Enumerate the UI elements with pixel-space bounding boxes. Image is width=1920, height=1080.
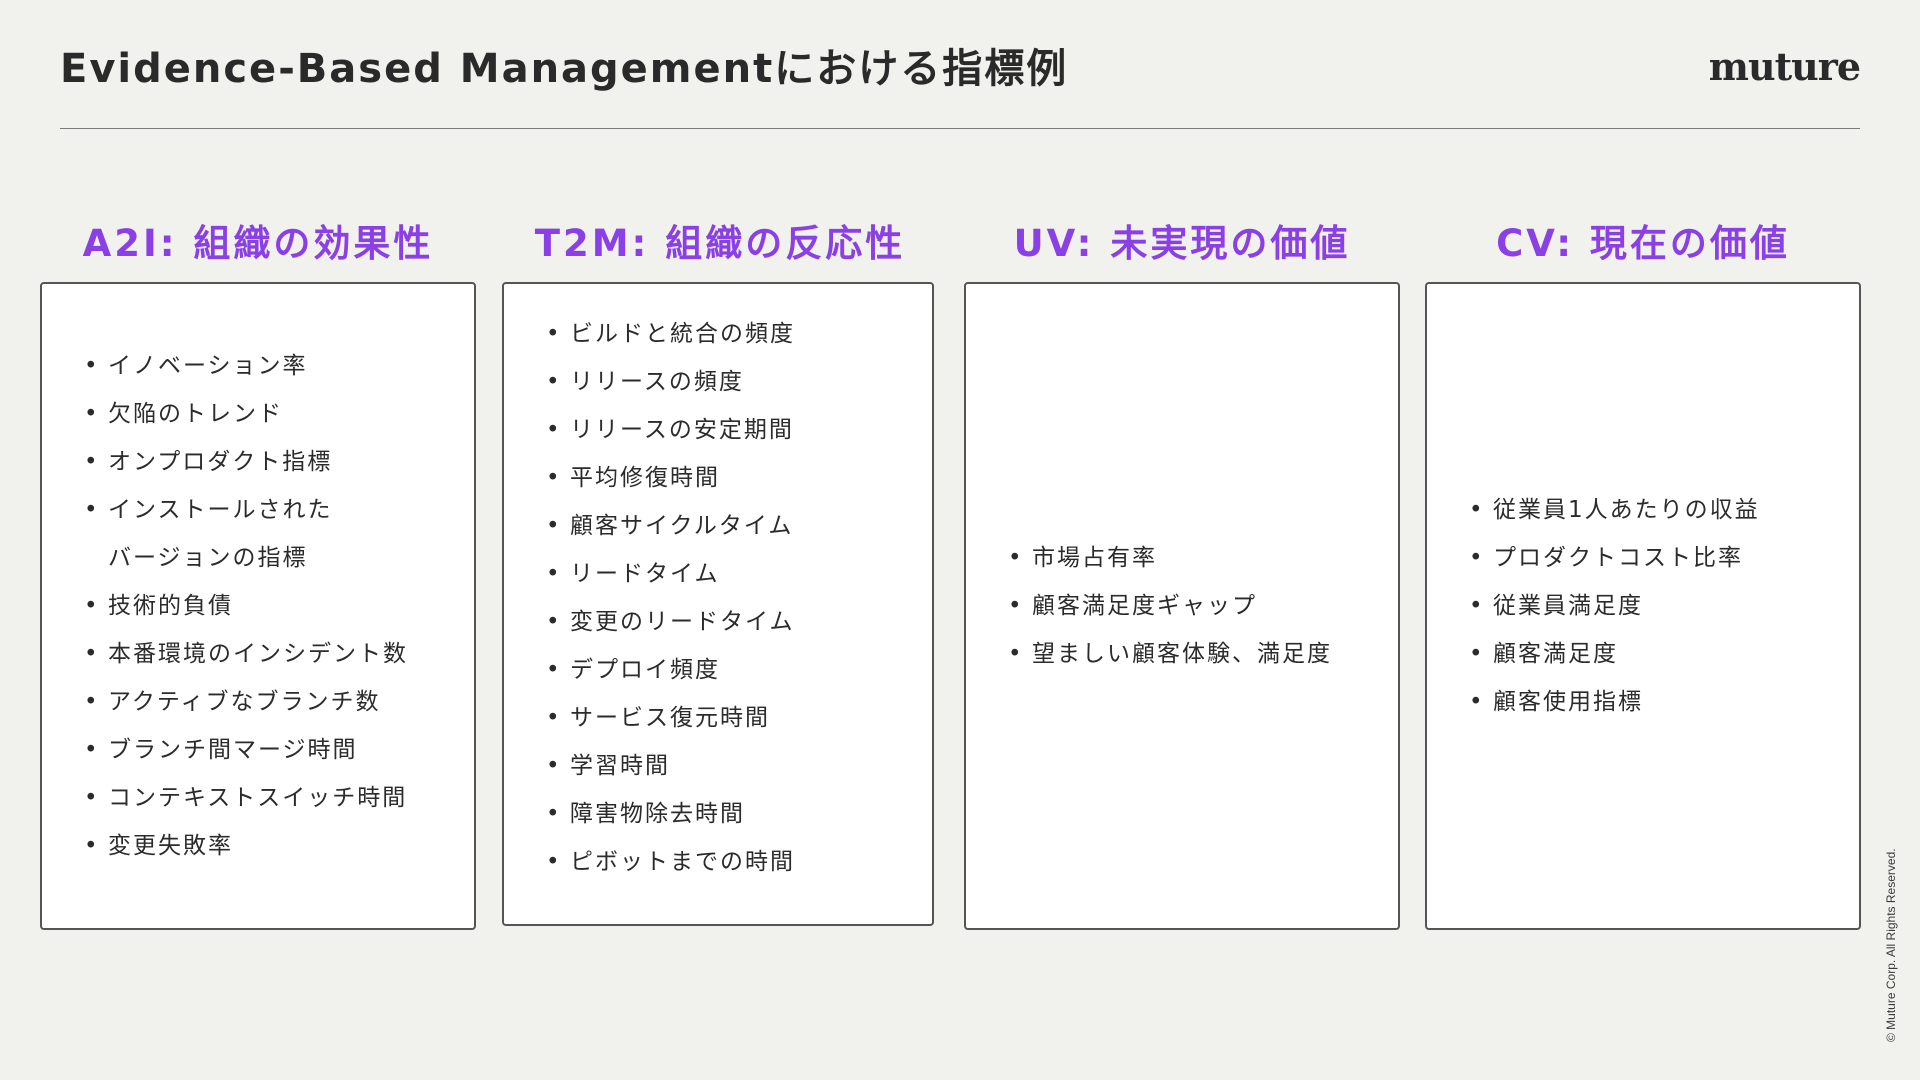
column-heading: UV: 未実現の価値: [1013, 222, 1351, 265]
list-item: • 顧客満足度: [1467, 630, 1859, 678]
list-item: • 学習時間: [544, 742, 932, 790]
bullet-icon: •: [1008, 545, 1024, 571]
column-uv: UV: 未実現の価値 • 市場占有率 • 顧客満足度ギャップ • 望ましい顧客体験、満…: [964, 218, 1400, 930]
bullet-icon: •: [1469, 689, 1485, 715]
metric-list: • 従業員1人あたりの収益 • プロダクトコスト比率 • 従業員満足度 • 顧客満足度 …: [1427, 486, 1859, 726]
bullet-icon: •: [84, 689, 100, 715]
list-item: • 障害物除去時間: [544, 790, 932, 838]
bullet-icon: •: [546, 369, 562, 395]
list-item: • リードタイム: [544, 550, 932, 598]
bullet-icon: •: [546, 465, 562, 491]
bullet-icon: •: [84, 593, 100, 619]
bullet-icon: •: [1469, 641, 1485, 667]
metric-card: • 市場占有率 • 顧客満足度ギャップ • 望ましい顧客体験、満足度: [964, 282, 1400, 930]
list-item: • コンテキストスイッチ時間: [82, 774, 474, 822]
bullet-icon: •: [546, 561, 562, 587]
list-item: • ピボットまでの時間: [544, 838, 932, 886]
bullet-icon: •: [546, 849, 562, 875]
column-cv: CV: 現在の価値 • 従業員1人あたりの収益 • プロダクトコスト比率 • 従業員満…: [1425, 218, 1861, 930]
bullet-icon: •: [546, 609, 562, 635]
bullet-icon: •: [546, 705, 562, 731]
brand-logo: muture: [1708, 44, 1861, 89]
bullet-icon: •: [1469, 545, 1485, 571]
bullet-icon: •: [546, 321, 562, 347]
list-item: • ブランチ間マージ時間: [82, 726, 474, 774]
bullet-icon: •: [84, 449, 100, 475]
list-item: • インストールされた: [82, 486, 474, 534]
metric-list: • ビルドと統合の頻度 • リリースの頻度 • リリースの安定期間 • 平均修復時間 •…: [504, 310, 932, 886]
bullet-icon: •: [84, 401, 100, 427]
column-t2m: T2M: 組織の反応性 • ビルドと統合の頻度 • リリースの頻度 • リリースの安定…: [502, 218, 938, 926]
list-item: • オンプロダクト指標: [82, 438, 474, 486]
bullet-icon: •: [546, 417, 562, 443]
bullet-icon: •: [1469, 497, 1485, 523]
bullet-icon: •: [84, 833, 100, 859]
list-item: • リリースの頻度: [544, 358, 932, 406]
bullet-icon: •: [1008, 593, 1024, 619]
metric-list: • 市場占有率 • 顧客満足度ギャップ • 望ましい顧客体験、満足度: [966, 534, 1398, 678]
list-item: • 望ましい顧客体験、満足度: [1006, 630, 1398, 678]
column-heading: T2M: 組織の反応性: [534, 222, 906, 265]
list-item: • 顧客満足度ギャップ: [1006, 582, 1398, 630]
list-item: • 顧客使用指標: [1467, 678, 1859, 726]
column-a2i: A2I: 組織の効果性 • イノベーション率 • 欠陥のトレンド • オンプロダクト指…: [40, 218, 476, 930]
list-item: • サービス復元時間: [544, 694, 932, 742]
column-heading: A2I: 組織の効果性: [82, 222, 434, 265]
list-item: • 変更失敗率: [82, 822, 474, 870]
list-item: • 市場占有率: [1006, 534, 1398, 582]
bullet-icon: •: [84, 353, 100, 379]
list-item: • 顧客サイクルタイム: [544, 502, 932, 550]
list-item: • 従業員1人あたりの収益: [1467, 486, 1859, 534]
bullet-icon: •: [84, 641, 100, 667]
metric-card: • ビルドと統合の頻度 • リリースの頻度 • リリースの安定期間 • 平均修復時間 •…: [502, 282, 934, 926]
bullet-icon: •: [84, 737, 100, 763]
bullet-icon: •: [546, 513, 562, 539]
bullet-icon: •: [84, 497, 100, 523]
page-title: Evidence-Based Managementにおける指標例: [60, 46, 1069, 92]
list-item: • デプロイ頻度: [544, 646, 932, 694]
bullet-icon: •: [1008, 641, 1024, 667]
header-divider: [60, 128, 1860, 129]
list-item: • 欠陥のトレンド: [82, 390, 474, 438]
metric-card: • 従業員1人あたりの収益 • プロダクトコスト比率 • 従業員満足度 • 顧客満足度 …: [1425, 282, 1861, 930]
bullet-icon: •: [546, 657, 562, 683]
bullet-icon: •: [1469, 593, 1485, 619]
list-item: • ビルドと統合の頻度: [544, 310, 932, 358]
metric-card: • イノベーション率 • 欠陥のトレンド • オンプロダクト指標 • インストールされた…: [40, 282, 476, 930]
bullet-icon: •: [546, 801, 562, 827]
list-item: • 従業員満足度: [1467, 582, 1859, 630]
copyright-notice: © Muture Corp. All Rights Reserved.: [1884, 848, 1898, 1042]
list-item: • 技術的負債: [82, 582, 474, 630]
list-item-continuation: バージョンの指標: [108, 545, 308, 571]
list-item: • リリースの安定期間: [544, 406, 932, 454]
bullet-icon: •: [84, 785, 100, 811]
list-item: • イノベーション率: [82, 342, 474, 390]
bullet-icon: •: [546, 753, 562, 779]
list-item: • 本番環境のインシデント数: [82, 630, 474, 678]
list-item: • アクティブなブランチ数: [82, 678, 474, 726]
column-heading: CV: 現在の価値: [1496, 222, 1790, 265]
list-item: • 変更のリードタイム: [544, 598, 932, 646]
list-item: • 平均修復時間: [544, 454, 932, 502]
metric-list: • イノベーション率 • 欠陥のトレンド • オンプロダクト指標 • インストールされた…: [42, 342, 474, 870]
list-item: • プロダクトコスト比率: [1467, 534, 1859, 582]
